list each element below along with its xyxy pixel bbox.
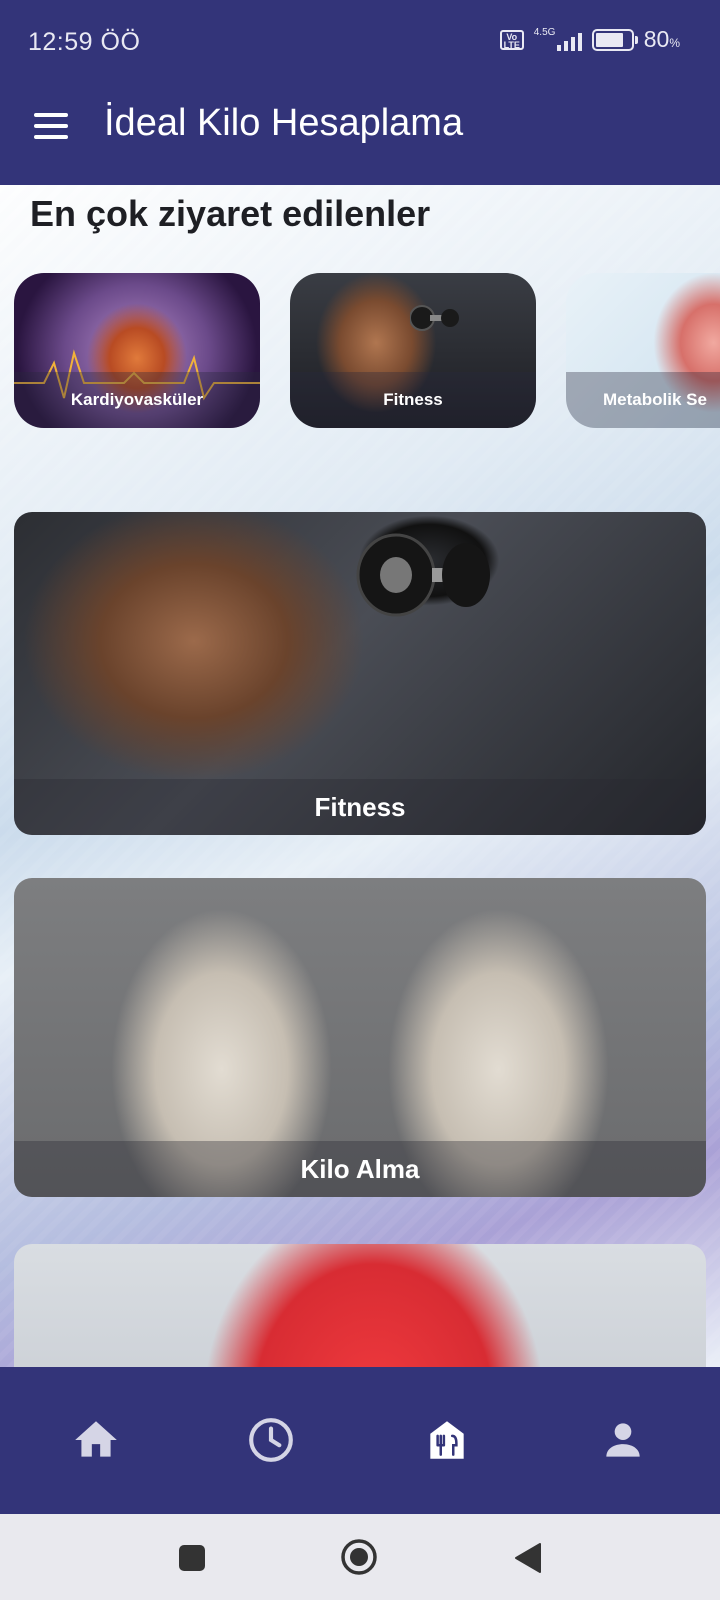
card-weight-loss[interactable] <box>14 1244 706 1367</box>
system-navigation-bar <box>0 1514 720 1600</box>
card-label: Kilo Alma <box>14 1141 706 1197</box>
square-recents-icon[interactable] <box>178 1544 206 1577</box>
section-title: En çok ziyaret edilenler <box>30 193 431 234</box>
card-label: Fitness <box>14 779 706 835</box>
signal-icon: 4.5G <box>534 27 582 53</box>
clock-icon[interactable] <box>246 1415 296 1465</box>
main-content[interactable]: En çok ziyaret edilenler Kardiyovasküler… <box>0 185 720 1367</box>
app-bar: İdeal Kilo Hesaplama <box>0 82 720 185</box>
restaurant-icon[interactable] <box>422 1415 472 1465</box>
hamburger-menu-icon[interactable] <box>34 113 68 139</box>
circle-home-icon[interactable] <box>340 1538 378 1581</box>
bottom-navigation <box>0 1367 720 1514</box>
category-label: Fitness <box>290 372 536 428</box>
dumbbell-image <box>410 305 459 331</box>
battery-percent: 80% <box>643 26 680 52</box>
category-label: Metabolik Se <box>566 372 720 428</box>
app-title: İdeal Kilo Hesaplama <box>104 102 464 144</box>
category-label: Kardiyovasküler <box>14 372 260 428</box>
battery-icon <box>591 28 638 51</box>
card-fitness[interactable]: Fitness <box>14 512 706 835</box>
status-indicators: Vo LTE 4.5G 80% <box>499 26 680 53</box>
status-time: 12:59 ÖÖ <box>28 28 141 56</box>
person-icon[interactable] <box>598 1415 648 1465</box>
triangle-back-icon[interactable] <box>514 1542 542 1579</box>
status-bar: 12:59 ÖÖ Vo LTE 4.5G 80% <box>0 0 720 82</box>
card-weight-gain[interactable]: Kilo Alma <box>14 878 706 1197</box>
network-type: 4.5G <box>533 26 556 38</box>
home-icon[interactable] <box>71 1415 121 1465</box>
category-chip-metabolic[interactable]: Metabolik Se <box>566 273 720 428</box>
category-chip-fitness[interactable]: Fitness <box>290 273 536 428</box>
dumbbell-image <box>356 533 490 617</box>
category-chip-cardiovascular[interactable]: Kardiyovasküler <box>14 273 260 428</box>
volte-icon: Vo LTE <box>499 29 524 50</box>
